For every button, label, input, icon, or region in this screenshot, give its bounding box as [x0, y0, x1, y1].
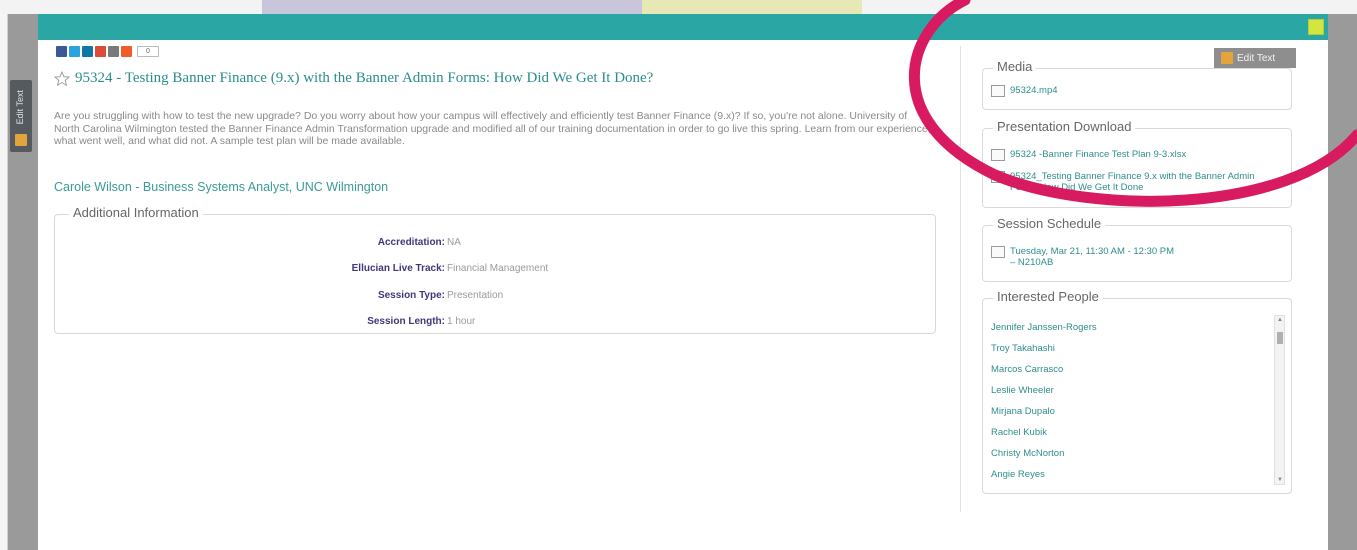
people-scrollbar[interactable]: ▲ ▼	[1274, 315, 1285, 485]
download-link[interactable]: 95324_Testing Banner Finance 9.x with th…	[991, 171, 1271, 193]
session-modal: 0 95324 - Testing Banner Finance (9.x) w…	[38, 14, 1328, 550]
email-icon[interactable]	[108, 46, 119, 57]
addthis-icon[interactable]	[121, 46, 132, 57]
info-key: Accreditation:	[377, 237, 445, 248]
person-link[interactable]: Marcos Carrasco	[991, 359, 1261, 380]
person-link[interactable]: Mirjana Dupalo	[991, 401, 1261, 422]
info-value: Financial Management	[447, 263, 549, 274]
media-link[interactable]: 95324.mp4	[991, 85, 1058, 97]
pencil-icon	[15, 134, 27, 146]
download-link-label: 95324_Testing Banner Finance 9.x with th…	[1010, 171, 1255, 193]
linkedin-icon[interactable]	[82, 46, 93, 57]
person-link[interactable]: Rachel Kubik	[991, 422, 1261, 443]
edit-text-label: Edit Text	[1237, 52, 1276, 64]
media-title: Media	[993, 59, 1037, 74]
info-value: 1 hour	[447, 316, 476, 327]
info-row-track: Ellucian Live Track: Financial Managemen…	[55, 263, 549, 274]
googleplus-icon[interactable]	[95, 46, 106, 57]
share-count: 0	[137, 46, 159, 57]
page-edge	[0, 14, 8, 550]
scroll-thumb[interactable]	[1277, 332, 1283, 344]
person-link[interactable]: Leslie Wheeler	[991, 380, 1261, 401]
facebook-icon[interactable]	[56, 46, 67, 57]
side-edit-text-tab[interactable]: Edit Text	[10, 80, 32, 152]
session-schedule-panel: Session Schedule Tuesday, Mar 21, 11:30 …	[982, 216, 1292, 282]
share-bar: 0	[56, 46, 159, 58]
video-file-icon	[991, 85, 1005, 97]
close-button[interactable]	[1308, 19, 1324, 35]
info-row-session-type: Session Type: Presentation	[55, 290, 503, 301]
presentation-download-panel: Presentation Download 95324 -Banner Fina…	[982, 119, 1292, 208]
person-link[interactable]: Jennifer Janssen-Rogers	[991, 317, 1261, 338]
edit-text-button[interactable]: Edit Text	[1214, 48, 1296, 68]
session-description: Are you struggling with how to test the …	[54, 110, 931, 147]
session-title: 95324 - Testing Banner Finance (9.x) wit…	[75, 70, 654, 86]
download-link-label: 95324 -Banner Finance Test Plan 9-3.xlsx	[1010, 149, 1187, 160]
schedule-entry-text: Tuesday, Mar 21, 11:30 AM - 12:30 PM – N…	[1010, 246, 1174, 268]
star-icon[interactable]	[54, 70, 70, 87]
info-value: NA	[447, 237, 461, 248]
twitter-icon[interactable]	[69, 46, 80, 57]
background-banner	[262, 0, 642, 14]
schedule-room: – N210AB	[1010, 257, 1054, 268]
document-file-icon	[991, 171, 1005, 183]
interested-people-title: Interested People	[993, 289, 1103, 304]
session-schedule-title: Session Schedule	[993, 216, 1106, 231]
modal-header	[38, 14, 1328, 40]
background-banner-2	[642, 0, 862, 14]
session-title-row: 95324 - Testing Banner Finance (9.x) wit…	[54, 70, 653, 87]
person-link[interactable]: Troy Takahashi	[991, 338, 1261, 359]
schedule-time: Tuesday, Mar 21, 11:30 AM - 12:30 PM	[1010, 246, 1175, 257]
calendar-icon	[991, 246, 1005, 258]
interested-people-list: Jennifer Janssen-Rogers Troy Takahashi M…	[991, 317, 1261, 485]
info-key: Session Type:	[377, 290, 445, 301]
info-row-accreditation: Accreditation: NA	[55, 237, 461, 248]
additional-information-title: Additional Information	[69, 205, 203, 220]
download-link[interactable]: 95324 -Banner Finance Test Plan 9-3.xlsx	[991, 149, 1186, 161]
overlay-backdrop-right[interactable]	[1328, 14, 1357, 550]
side-tab-label: Edit Text	[15, 90, 25, 125]
person-link[interactable]: Christy McNorton	[991, 443, 1261, 464]
person-link[interactable]: Angie Reyes	[991, 464, 1261, 485]
interested-people-panel: Interested People Jennifer Janssen-Roger…	[982, 289, 1292, 494]
scroll-up-arrow-icon[interactable]: ▲	[1277, 317, 1283, 323]
info-key: Ellucian Live Track:	[351, 263, 445, 274]
top-strip	[0, 0, 1357, 14]
info-row-session-length: Session Length: 1 hour	[55, 316, 475, 327]
column-divider	[960, 46, 961, 512]
additional-information-panel: Additional Information Accreditation: NA…	[54, 205, 936, 334]
schedule-entry[interactable]: Tuesday, Mar 21, 11:30 AM - 12:30 PM – N…	[991, 246, 1174, 268]
media-link-label: 95324.mp4	[1010, 85, 1058, 96]
pencil-icon	[1221, 52, 1233, 64]
info-value: Presentation	[447, 290, 504, 301]
info-key: Session Length:	[367, 316, 445, 327]
presentation-download-title: Presentation Download	[993, 119, 1136, 134]
spreadsheet-file-icon	[991, 149, 1005, 161]
media-panel: Media 95324.mp4	[982, 59, 1292, 110]
speaker-link[interactable]: Carole Wilson - Business Systems Analyst…	[54, 180, 388, 194]
scroll-down-arrow-icon[interactable]: ▼	[1277, 477, 1283, 483]
